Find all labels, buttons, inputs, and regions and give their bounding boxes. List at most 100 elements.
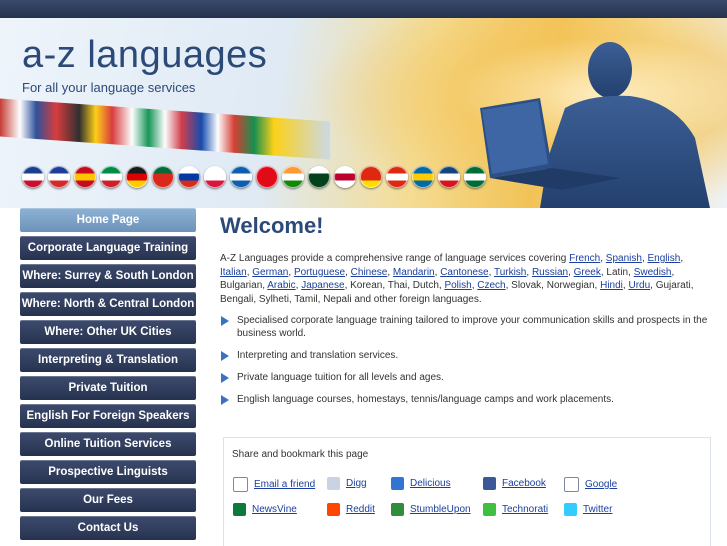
czech-flag-icon[interactable] bbox=[438, 166, 460, 188]
language-link-greek[interactable]: Greek bbox=[574, 267, 601, 278]
language-link-cantonese[interactable]: Cantonese bbox=[440, 267, 488, 278]
china-flag-icon[interactable] bbox=[360, 166, 382, 188]
nav-item-contact-us[interactable]: Contact Us bbox=[20, 516, 196, 540]
india-flag-icon[interactable] bbox=[282, 166, 304, 188]
person-at-laptop-illustration bbox=[480, 42, 710, 208]
share-bookmark-panel: Share and bookmark this page Email a fri… bbox=[223, 437, 711, 546]
language-link-spanish[interactable]: Spanish bbox=[606, 253, 642, 264]
nav-item-prospective-linguists[interactable]: Prospective Linguists bbox=[20, 460, 196, 484]
intro-text: , Korean, Thai, Dutch, bbox=[344, 280, 445, 291]
share-link-label[interactable]: Technorati bbox=[502, 504, 548, 515]
intro-text: , bbox=[680, 253, 684, 264]
nav-item-english-for-foreign-speakers[interactable]: English For Foreign Speakers bbox=[20, 404, 196, 428]
portugal-flag-icon[interactable] bbox=[152, 166, 174, 188]
russia-flag-icon[interactable] bbox=[178, 166, 200, 188]
share-google[interactable]: Google bbox=[564, 477, 617, 492]
saudi-flag-icon[interactable] bbox=[464, 166, 486, 188]
top-bar bbox=[0, 0, 727, 18]
language-link-japanese[interactable]: Japanese bbox=[301, 280, 344, 291]
share-digg[interactable]: Digg bbox=[327, 477, 367, 490]
share-link-label[interactable]: Google bbox=[585, 479, 617, 490]
share-technorati[interactable]: Technorati bbox=[483, 503, 548, 516]
share-link-label[interactable]: Email a friend bbox=[254, 479, 315, 490]
nav-item-where-north-central-london[interactable]: Where: North & Central London bbox=[20, 292, 196, 316]
language-link-swedish[interactable]: Swedish bbox=[634, 267, 672, 278]
language-link-hindi[interactable]: Hindi bbox=[600, 280, 623, 291]
share-link-label[interactable]: NewsVine bbox=[252, 504, 297, 515]
spain-flag-icon[interactable] bbox=[74, 166, 96, 188]
share-title: Share and bookmark this page bbox=[232, 449, 369, 460]
share-link-label[interactable]: Delicious bbox=[410, 478, 451, 489]
facebook-icon bbox=[483, 477, 496, 490]
sweden-flag-icon[interactable] bbox=[412, 166, 434, 188]
share-email-a-friend[interactable]: Email a friend bbox=[233, 477, 315, 492]
intro-paragraph: A-Z Languages provide a comprehensive ra… bbox=[220, 252, 712, 306]
share-delicious[interactable]: Delicious bbox=[391, 477, 451, 490]
bullet-arrow-icon bbox=[221, 395, 229, 405]
language-link-russian[interactable]: Russian bbox=[532, 267, 568, 278]
technorati-icon bbox=[483, 503, 496, 516]
language-link-german[interactable]: German bbox=[252, 267, 288, 278]
share-link-label[interactable]: Facebook bbox=[502, 478, 546, 489]
bullet-arrow-icon bbox=[221, 373, 229, 383]
greece-flag-icon[interactable] bbox=[230, 166, 252, 188]
bullet-arrow-icon bbox=[221, 316, 229, 326]
nav-item-private-tuition[interactable]: Private Tuition bbox=[20, 376, 196, 400]
site-tagline: For all your language services bbox=[22, 80, 196, 95]
site-logo[interactable]: a-z languages bbox=[22, 34, 267, 77]
flags-ribbon bbox=[0, 98, 330, 160]
language-link-arabic[interactable]: Arabic bbox=[267, 280, 295, 291]
italy-flag-icon[interactable] bbox=[100, 166, 122, 188]
turkey-flag-icon[interactable] bbox=[256, 166, 278, 188]
service-item-text: Specialised corporate language training … bbox=[237, 315, 708, 339]
services-list: Specialised corporate language training … bbox=[220, 314, 712, 406]
reddit-icon bbox=[327, 503, 340, 516]
language-link-english[interactable]: English bbox=[648, 253, 681, 264]
service-item: Interpreting and translation services. bbox=[220, 349, 712, 362]
language-link-chinese[interactable]: Chinese bbox=[351, 267, 388, 278]
nav-item-our-fees[interactable]: Our Fees bbox=[20, 488, 196, 512]
language-link-portuguese[interactable]: Portuguese bbox=[294, 267, 345, 278]
header-banner: a-z languages For all your language serv… bbox=[0, 18, 727, 208]
nav-item-online-tuition-services[interactable]: Online Tuition Services bbox=[20, 432, 196, 456]
share-link-label[interactable]: Reddit bbox=[346, 504, 375, 515]
language-link-italian[interactable]: Italian bbox=[220, 267, 247, 278]
nav-item-where-surrey-south-london[interactable]: Where: Surrey & South London bbox=[20, 264, 196, 288]
share-reddit[interactable]: Reddit bbox=[327, 503, 375, 516]
language-link-mandarin[interactable]: Mandarin bbox=[393, 267, 435, 278]
intro-text: A-Z Languages provide a comprehensive ra… bbox=[220, 253, 570, 264]
language-link-turkish[interactable]: Turkish bbox=[494, 267, 526, 278]
poland-flag-icon[interactable] bbox=[204, 166, 226, 188]
hong-kong-flag-icon[interactable] bbox=[386, 166, 408, 188]
france-flag-icon[interactable] bbox=[48, 166, 70, 188]
nav-item-home-page[interactable]: Home Page bbox=[20, 208, 196, 232]
language-link-french[interactable]: French bbox=[569, 253, 600, 264]
bullet-arrow-icon bbox=[221, 351, 229, 361]
germany-flag-icon[interactable] bbox=[126, 166, 148, 188]
share-twitter[interactable]: Twitter bbox=[564, 503, 612, 516]
pakistan-flag-icon[interactable] bbox=[308, 166, 330, 188]
share-link-label[interactable]: StumbleUpon bbox=[410, 504, 471, 515]
twitter-icon bbox=[564, 503, 577, 516]
service-item: Specialised corporate language training … bbox=[220, 314, 712, 340]
uk-flag-icon[interactable] bbox=[22, 166, 44, 188]
japan-flag-icon[interactable] bbox=[334, 166, 356, 188]
share-link-label[interactable]: Digg bbox=[346, 478, 367, 489]
share-facebook[interactable]: Facebook bbox=[483, 477, 546, 490]
share-newsvine[interactable]: NewsVine bbox=[233, 503, 297, 516]
language-link-urdu[interactable]: Urdu bbox=[628, 280, 650, 291]
google-icon bbox=[564, 477, 579, 492]
language-link-czech[interactable]: Czech bbox=[477, 280, 505, 291]
service-item: Private language tuition for all levels … bbox=[220, 371, 712, 384]
language-link-polish[interactable]: Polish bbox=[444, 280, 471, 291]
newsvine-icon bbox=[233, 503, 246, 516]
nav-item-corporate-language-training[interactable]: Corporate Language Training bbox=[20, 236, 196, 260]
share-link-label[interactable]: Twitter bbox=[583, 504, 612, 515]
nav-item-interpreting-translation[interactable]: Interpreting & Translation bbox=[20, 348, 196, 372]
page-title: Welcome! bbox=[220, 213, 324, 238]
service-item-text: Private language tuition for all levels … bbox=[237, 372, 444, 383]
share-stumbleupon[interactable]: StumbleUpon bbox=[391, 503, 471, 516]
nav-item-where-other-uk-cities[interactable]: Where: Other UK Cities bbox=[20, 320, 196, 344]
delicious-icon bbox=[391, 477, 404, 490]
digg-icon bbox=[327, 477, 340, 490]
